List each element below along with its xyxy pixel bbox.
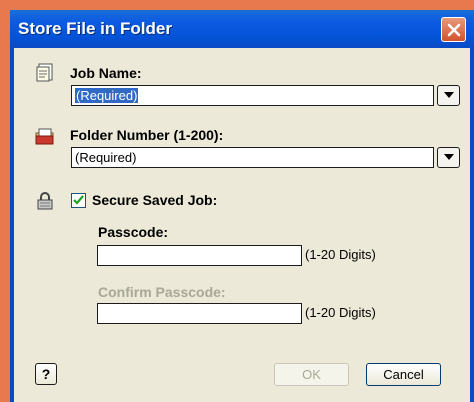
confirm-passcode-label: Confirm Passcode: bbox=[98, 284, 226, 300]
folder-number-label: Folder Number (1-200): bbox=[70, 127, 224, 143]
chevron-down-icon bbox=[444, 92, 454, 98]
folder-number-value: (Required) bbox=[75, 150, 137, 165]
job-name-value: (Required) bbox=[75, 88, 139, 103]
confirm-passcode-input[interactable] bbox=[97, 303, 302, 324]
window-frame-left bbox=[10, 48, 14, 402]
cancel-button[interactable]: Cancel bbox=[366, 363, 441, 386]
check-icon bbox=[73, 195, 84, 205]
folder-number-dropdown-button[interactable] bbox=[437, 147, 460, 168]
window-frame-right bbox=[470, 48, 474, 402]
close-icon bbox=[447, 23, 461, 37]
job-name-input[interactable]: (Required) bbox=[71, 85, 434, 106]
folder-icon bbox=[35, 128, 54, 145]
store-file-dialog: Store File in Folder Job Name: (Required… bbox=[10, 10, 474, 402]
lock-icon bbox=[37, 192, 53, 210]
confirm-passcode-hint: (1-20 Digits) bbox=[305, 305, 376, 320]
job-name-label: Job Name: bbox=[70, 65, 142, 81]
passcode-label: Passcode: bbox=[98, 224, 169, 240]
help-button[interactable]: ? bbox=[35, 363, 57, 385]
ok-button[interactable]: OK bbox=[274, 363, 349, 386]
folder-number-input[interactable]: (Required) bbox=[71, 147, 434, 168]
job-name-dropdown-button[interactable] bbox=[437, 85, 460, 106]
window-title: Store File in Folder bbox=[18, 19, 172, 38]
secure-saved-job-checkbox[interactable] bbox=[71, 193, 86, 208]
passcode-input[interactable] bbox=[97, 245, 302, 266]
document-icon bbox=[36, 63, 53, 82]
secure-saved-job-label: Secure Saved Job: bbox=[92, 192, 218, 208]
title-bar[interactable]: Store File in Folder bbox=[10, 10, 474, 48]
passcode-hint: (1-20 Digits) bbox=[305, 247, 376, 262]
close-button[interactable] bbox=[441, 17, 466, 42]
chevron-down-icon bbox=[444, 154, 454, 160]
